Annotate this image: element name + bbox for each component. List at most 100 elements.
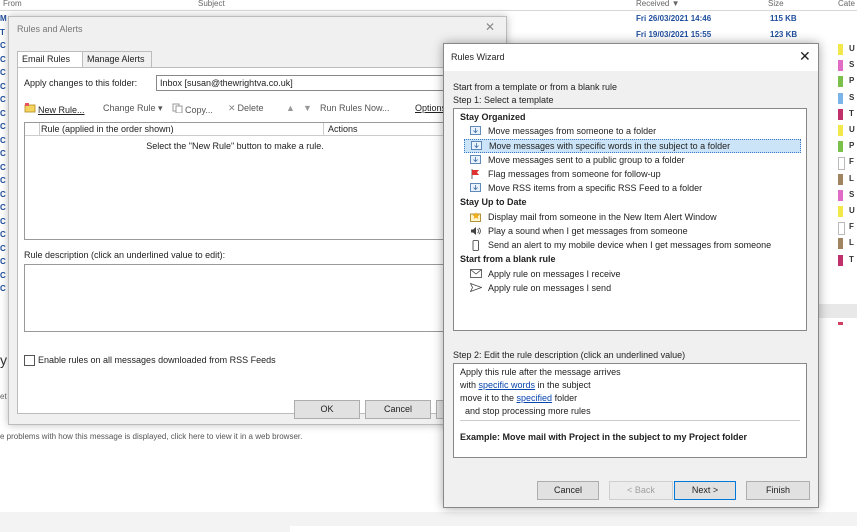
next-button[interactable]: Next >	[674, 481, 736, 500]
new-rule-button[interactable]: New Rule...	[24, 103, 85, 115]
move-up-icon[interactable]: ▲	[286, 103, 295, 113]
template-item[interactable]: Display mail from someone in the New Ite…	[464, 211, 799, 223]
folder-move-icon	[470, 126, 481, 135]
message-row-fragment[interactable]: C	[0, 257, 6, 266]
category-swatch	[838, 206, 843, 217]
copy-button[interactable]: Copy...	[172, 103, 213, 115]
back-button[interactable]: < Back	[609, 481, 673, 500]
specified-folder-link[interactable]: specified	[517, 393, 553, 403]
template-label: Display mail from someone in the New Ite…	[488, 212, 717, 222]
rules-table[interactable]: Rule (applied in the order shown) Action…	[24, 122, 501, 240]
message-list-header: From Subject Received ▼ Size Cate	[0, 0, 857, 11]
category-label: U	[849, 44, 855, 53]
col-rule[interactable]: Rule (applied in the order shown)	[41, 124, 174, 134]
category-label: T	[849, 108, 854, 118]
col-actions[interactable]: Actions	[328, 124, 358, 134]
message-row-fragment[interactable]: T	[0, 28, 5, 37]
category-label: F	[849, 157, 854, 167]
message-row-fragment[interactable]: C	[0, 95, 6, 104]
message-row-fragment[interactable]: C	[0, 176, 6, 185]
speaker-icon	[470, 226, 481, 235]
category-swatch	[838, 76, 843, 88]
col-received[interactable]: Received ▼	[636, 0, 680, 8]
wizard-intro: Start from a template or from a blank ru…	[453, 82, 618, 92]
rule-description-label: Rule description (click an underlined va…	[24, 250, 226, 260]
view-in-browser-link[interactable]: e problems with how this message is disp…	[0, 432, 302, 441]
rules-wizard-dialog: Rules Wizard ✕ Start from a template or …	[443, 43, 819, 508]
template-label: Move messages from someone to a folder	[488, 126, 657, 136]
column-divider	[323, 123, 324, 135]
new-rule-icon	[24, 103, 36, 115]
template-label: Flag messages from someone for follow-up	[488, 169, 661, 179]
close-icon[interactable]: ✕	[799, 48, 811, 65]
template-label: Move messages with specific words in the…	[489, 141, 731, 151]
cancel-button[interactable]: Cancel	[365, 400, 431, 419]
tab-manage-alerts[interactable]: Manage Alerts	[82, 51, 152, 68]
category-swatch	[838, 60, 843, 72]
message-row-fragment[interactable]: C	[0, 68, 6, 77]
message-row-fragment[interactable]: C	[0, 244, 6, 253]
template-item[interactable]: Play a sound when I get messages from so…	[464, 225, 799, 237]
change-rule-button[interactable]: Change Rule ▾	[103, 103, 163, 114]
rules-table-header: Rule (applied in the order shown) Action…	[25, 123, 500, 136]
move-down-icon[interactable]: ▼	[303, 103, 312, 113]
tab-email-rules[interactable]: Email Rules	[17, 51, 85, 68]
template-item[interactable]: Move messages from someone to a folder	[464, 125, 799, 137]
message-row-fragment[interactable]: C	[0, 55, 6, 64]
ok-button[interactable]: OK	[294, 400, 360, 419]
mobile-icon	[470, 240, 481, 251]
rss-rules-checkbox[interactable]	[24, 355, 35, 366]
category-label: U	[849, 206, 855, 215]
category-label: P	[849, 76, 855, 86]
message-row-fragment[interactable]: C	[0, 136, 6, 145]
category-label: L	[849, 173, 854, 183]
message-row-fragment[interactable]: C	[0, 82, 6, 91]
close-icon[interactable]: ✕	[485, 20, 495, 34]
wizard-cancel-button[interactable]: Cancel	[537, 481, 599, 500]
template-item[interactable]: Move RSS items from a specific RSS Feed …	[464, 182, 799, 194]
specific-words-link[interactable]: specific words	[479, 380, 536, 390]
rule-description-box[interactable]	[24, 264, 501, 332]
folder-move-icon	[470, 155, 481, 164]
col-from[interactable]: From	[3, 0, 22, 8]
message-row-fragment[interactable]: C	[0, 109, 6, 118]
message-row-fragment[interactable]: C	[0, 122, 6, 131]
category-column: USPSTUPFLSUFLT	[818, 44, 857, 304]
run-rules-now-button[interactable]: Run Rules Now...	[320, 103, 390, 113]
template-item-selected[interactable]: Move messages with specific words in the…	[464, 139, 801, 153]
message-row-fragment[interactable]: C	[0, 203, 6, 212]
template-item[interactable]: Flag messages from someone for follow-up	[464, 168, 799, 180]
desc-line: and stop processing more rules	[460, 406, 591, 416]
category-swatch	[838, 44, 843, 55]
message-row-fragment[interactable]: C	[0, 271, 6, 280]
category-label: S	[849, 92, 855, 102]
col-size[interactable]: Size	[768, 0, 784, 8]
message-size: 115 KB	[770, 14, 797, 23]
template-item[interactable]: Apply rule on messages I receive	[464, 268, 799, 280]
send-icon	[469, 282, 483, 293]
message-row-fragment[interactable]: C	[0, 41, 6, 50]
template-item[interactable]: Apply rule on messages I send	[464, 282, 799, 294]
received-date: Fri 19/03/2021 15:55	[636, 30, 712, 39]
template-item[interactable]: Move messages sent to a public group to …	[464, 154, 799, 166]
apply-folder-label: Apply changes to this folder:	[24, 78, 138, 88]
reading-pane-fragment: y	[0, 352, 7, 368]
template-list[interactable]: Stay Organized Move messages from someon…	[453, 108, 807, 331]
group-stay-organized: Stay Organized	[460, 112, 526, 122]
folder-move-icon	[470, 183, 481, 192]
template-item[interactable]: Send an alert to my mobile device when I…	[464, 239, 799, 251]
message-row-fragment[interactable]: C	[0, 284, 6, 293]
message-row-fragment[interactable]: C	[0, 163, 6, 172]
finish-button[interactable]: Finish	[746, 481, 810, 500]
message-row-fragment[interactable]: M	[0, 14, 7, 23]
message-row-fragment[interactable]: C	[0, 230, 6, 239]
delete-button[interactable]: ✕ Delete	[228, 103, 264, 114]
message-row-fragment[interactable]: C	[0, 190, 6, 199]
col-subject[interactable]: Subject	[198, 0, 225, 8]
message-row-fragment[interactable]: C	[0, 217, 6, 226]
rss-rules-label[interactable]: Enable rules on all messages downloaded …	[38, 355, 276, 365]
folder-select[interactable]: Inbox [susan@thewrightva.co.uk]	[156, 75, 453, 91]
col-categories[interactable]: Cate	[838, 0, 855, 8]
options-button[interactable]: Options	[415, 103, 446, 113]
message-row-fragment[interactable]: C	[0, 149, 6, 158]
